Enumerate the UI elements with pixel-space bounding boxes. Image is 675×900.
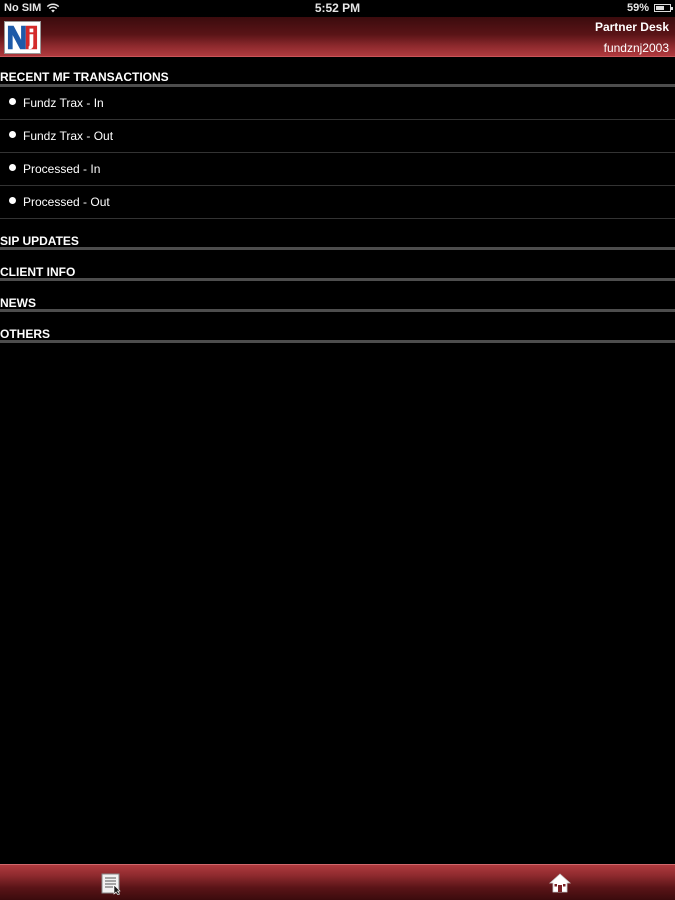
main-menu: RECENT MF TRANSACTIONS Fundz Trax - In F… (0, 57, 675, 343)
bullet-icon (9, 130, 16, 138)
bottom-toolbar (0, 864, 675, 900)
battery-percent: 59% (626, 2, 649, 14)
section-news[interactable]: NEWS (0, 281, 675, 312)
menu-item-label: Processed - In (23, 162, 101, 176)
home-icon[interactable] (549, 872, 571, 894)
bullet-icon (9, 196, 16, 204)
menu-item-label: Fundz Trax - Out (23, 129, 114, 143)
bullet-icon (9, 97, 16, 105)
clock: 5:52 PM (314, 1, 361, 15)
document-icon[interactable] (101, 873, 123, 895)
status-bar: No SIM 5:52 PM 59% (0, 0, 675, 17)
battery-icon (654, 4, 673, 12)
section-others[interactable]: OTHERS (0, 312, 675, 343)
app-title: Partner Desk (594, 20, 669, 34)
nj-logo-icon (4, 21, 41, 54)
status-right: 59% (626, 2, 673, 14)
menu-item-processed-in[interactable]: Processed - In (0, 153, 675, 186)
app-header: Partner Desk fundznj2003 (0, 17, 675, 57)
section-sip-updates[interactable]: SIP UPDATES (0, 219, 675, 250)
menu-item-processed-out[interactable]: Processed - Out (0, 186, 675, 219)
menu-item-label: Processed - Out (23, 195, 110, 209)
menu-item-fundz-trax-in[interactable]: Fundz Trax - In (0, 87, 675, 120)
app-screen: No SIM 5:52 PM 59% Partner Desk fundznj2… (0, 0, 675, 900)
menu-item-fundz-trax-out[interactable]: Fundz Trax - Out (0, 120, 675, 153)
bullet-icon (9, 163, 16, 171)
section-client-info[interactable]: CLIENT INFO (0, 250, 675, 281)
menu-item-label: Fundz Trax - In (23, 96, 104, 110)
username-label: fundznj2003 (603, 41, 669, 55)
section-recent-mf-transactions[interactable]: RECENT MF TRANSACTIONS (0, 57, 675, 87)
